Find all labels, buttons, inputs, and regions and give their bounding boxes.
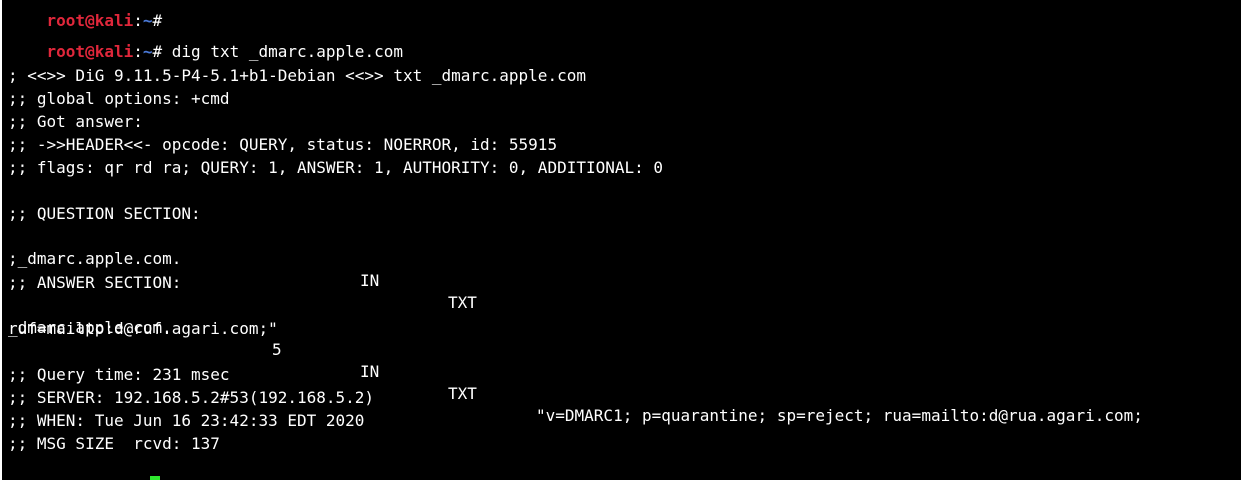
prompt-symbol: #: [152, 42, 172, 61]
output-line: ; <<>> DiG 9.11.5-P4-5.1+b1-Debian <<>> …: [8, 66, 586, 85]
question-section-title: ;; QUESTION SECTION:: [8, 204, 201, 223]
answer-section-title: ;; ANSWER SECTION:: [8, 273, 182, 292]
question-class: IN: [360, 271, 380, 290]
prompt-user: root@kali: [46, 42, 134, 61]
answer-ttl: 5: [272, 340, 282, 359]
question-name: ;_dmarc.apple.com.: [8, 249, 182, 268]
output-line: ;; ->>HEADER<<- opcode: QUERY, status: N…: [8, 135, 558, 154]
output-line: ;; Got answer:: [8, 112, 143, 131]
answer-value-continuation: ruf=mailto:d@ruf.agari.com;": [8, 319, 278, 338]
command-line: root@kali:~# dig txt _dmarc.apple.com: [8, 19, 403, 61]
output-line: ;; global options: +cmd: [8, 89, 230, 108]
prompt-path: ~: [142, 42, 153, 61]
terminal-cursor: [150, 476, 160, 480]
answer-value: "v=DMARC1; p=quarantine; sp=reject; rua=…: [536, 406, 1143, 425]
previous-prompt-line: root@kali:~#: [8, 0, 163, 30]
output-line: ;; flags: qr rd ra; QUERY: 1, ANSWER: 1,…: [8, 158, 664, 177]
output-line: ;; WHEN: Tue Jun 16 23:42:33 EDT 2020: [8, 411, 365, 430]
answer-class: IN: [360, 362, 380, 381]
command-text: dig txt _dmarc.apple.com: [171, 42, 403, 61]
question-record: ;_dmarc.apple.com. IN TXT: [8, 226, 1228, 312]
output-line: ;; SERVER: 192.168.5.2#53(192.168.5.2): [8, 388, 375, 407]
output-line: ;; MSG SIZE rcvd: 137: [8, 434, 220, 453]
prompt-colon: :: [133, 42, 143, 61]
output-line: ;; Query time: 231 msec: [8, 365, 230, 384]
answer-record: _dmarc.apple.com. 5 IN TXT "v=DMARC1; p=…: [8, 295, 1238, 425]
terminal-window[interactable]: root@kali:~# root@kali:~# dig txt _dmarc…: [2, 0, 1241, 480]
answer-type: TXT: [448, 384, 477, 403]
